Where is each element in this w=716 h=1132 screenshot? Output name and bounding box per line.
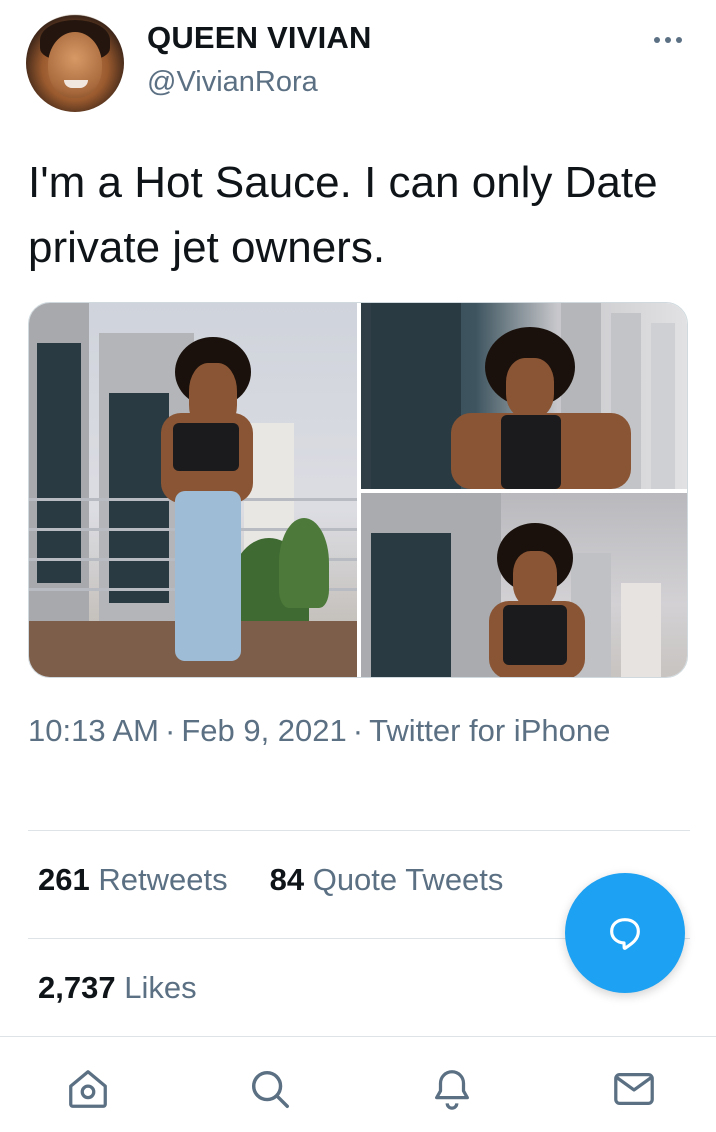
avatar-face [48,32,102,98]
figure-top [503,605,567,665]
more-dot [676,37,682,43]
more-dot [654,37,660,43]
messages-icon-svg [614,1072,654,1106]
retweets-stat[interactable]: 261 Retweets [38,862,228,898]
divider [28,830,690,831]
meta-separator: · [164,713,176,748]
avatar[interactable] [26,14,124,112]
building-window [371,533,451,677]
building-distant [621,583,661,677]
retweets-count: 261 [38,862,90,897]
photo-1[interactable] [29,303,357,677]
likes-label: Likes [124,970,197,1005]
engagement-stats: 261 Retweets 84 Quote Tweets [38,862,503,898]
quote-tweets-label: Quote Tweets [312,862,504,897]
tweet-text: I'm a Hot Sauce. I can only Date private… [28,158,658,272]
quote-tweets-count: 84 [269,862,305,897]
building-column [651,323,675,489]
figure-top [173,423,239,471]
figure-face [506,358,554,418]
bush [279,518,329,608]
figure-jeans [175,491,241,661]
photo-2[interactable] [361,303,687,489]
messages-icon[interactable] [610,1065,658,1113]
tweet-date[interactable]: Feb 9, 2021 [181,713,346,748]
figure-face [513,551,557,607]
building-window [371,303,461,489]
author-name[interactable]: QUEEN VIVIAN [147,20,372,56]
retweets-label: Retweets [98,862,228,897]
search-icon[interactable] [246,1065,294,1113]
tweet-source[interactable]: Twitter for iPhone [369,713,610,748]
home-icon[interactable] [64,1065,112,1113]
photo-3[interactable] [361,493,687,677]
likes-stat[interactable]: 2,737 Likes [38,970,197,1006]
reply-bubble-icon [610,918,640,950]
more-options-icon[interactable] [650,28,686,52]
tweet-metadata: 10:13 AM · Feb 9, 2021 · Twitter for iPhone [28,708,628,753]
figure-top [501,415,561,489]
bottom-navigation [0,1036,716,1132]
search-icon-svg [251,1070,289,1108]
media-grid [28,302,688,678]
author-handle[interactable]: @VivianRora [147,66,318,99]
tweet-time[interactable]: 10:13 AM [28,713,159,748]
reply-button[interactable] [565,873,685,993]
more-dot [665,37,671,43]
quote-tweets-stat[interactable]: 84 Quote Tweets [270,862,504,898]
notifications-icon[interactable] [428,1065,476,1113]
building-window [37,343,81,583]
meta-separator: · [352,713,364,748]
likes-count: 2,737 [38,970,116,1005]
notifications-icon-svg [435,1070,469,1110]
home-icon-svg [69,1070,107,1108]
